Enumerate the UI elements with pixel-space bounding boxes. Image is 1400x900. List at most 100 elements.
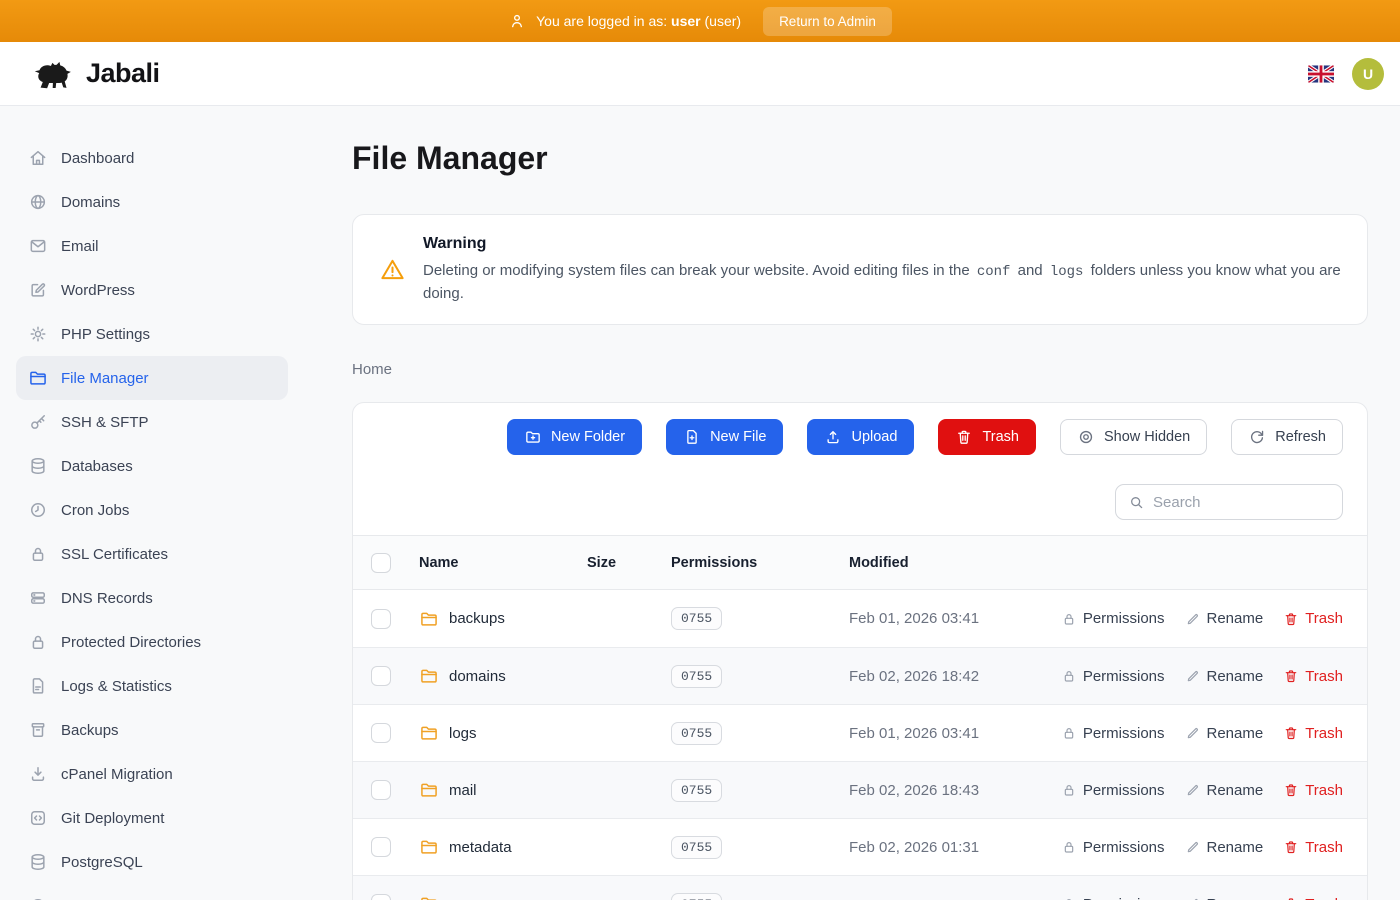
folder-icon: [28, 368, 48, 388]
sidebar: Dashboard Domains Email WordPress PHP Se…: [0, 106, 304, 900]
table-row: mail 0755 Feb 02, 2026 18:43 Permissions…: [353, 761, 1367, 818]
sidebar-item-partial[interactable]: [16, 884, 288, 900]
sidebar-item-email[interactable]: Email: [16, 224, 288, 268]
user-avatar[interactable]: U: [1352, 58, 1384, 90]
clock-icon: [28, 500, 48, 520]
permissions-action[interactable]: Permissions: [1061, 668, 1165, 685]
search-input[interactable]: [1153, 494, 1352, 511]
row-checkbox[interactable]: [371, 780, 391, 800]
upload-button[interactable]: Upload: [807, 419, 914, 455]
boar-logo-icon: [32, 57, 76, 90]
rename-action[interactable]: Rename: [1185, 896, 1264, 900]
rename-action[interactable]: Rename: [1185, 725, 1264, 742]
new-folder-button[interactable]: New Folder: [507, 419, 642, 455]
folder-icon: [419, 837, 439, 857]
code-logs: logs: [1047, 264, 1087, 280]
column-header-name: Name: [419, 555, 587, 571]
impersonation-banner: You are logged in as: user (user) Return…: [0, 0, 1400, 42]
row-checkbox[interactable]: [371, 609, 391, 629]
folder-plus-icon: [524, 428, 542, 446]
row-checkbox[interactable]: [371, 723, 391, 743]
rename-action[interactable]: Rename: [1185, 839, 1264, 856]
permissions-action[interactable]: Permissions: [1061, 725, 1165, 742]
table-row: metadata 0755 Feb 02, 2026 01:31 Permiss…: [353, 818, 1367, 875]
rename-action[interactable]: Rename: [1185, 782, 1264, 799]
code-icon: [28, 808, 48, 828]
sidebar-item-domains[interactable]: Domains: [16, 180, 288, 224]
table-row: backups 0755 Feb 01, 2026 03:41 Permissi…: [353, 590, 1367, 647]
sidebar-item-label: Email: [61, 238, 99, 255]
modified-date: Feb 02, 2026 18:43: [849, 782, 1061, 799]
sidebar-item-label: Protected Directories: [61, 634, 201, 651]
lock-icon: [1061, 725, 1077, 741]
pencil-icon: [1185, 668, 1201, 684]
download-icon: [28, 764, 48, 784]
select-all-checkbox[interactable]: [371, 553, 391, 573]
sidebar-item-protected-directories[interactable]: Protected Directories: [16, 620, 288, 664]
permissions-badge: 0755: [671, 893, 722, 900]
refresh-button[interactable]: Refresh: [1231, 419, 1343, 455]
sidebar-item-postgresql[interactable]: PostgreSQL: [16, 840, 288, 884]
language-flag-icon[interactable]: [1308, 65, 1334, 83]
home-icon: [28, 148, 48, 168]
sidebar-item-wordpress[interactable]: WordPress: [16, 268, 288, 312]
file-manager-panel: New Folder New File Upload Trash Show Hi…: [352, 402, 1368, 900]
file-name-link[interactable]: [419, 894, 587, 900]
folder-icon: [419, 723, 439, 743]
sidebar-item-backups[interactable]: Backups: [16, 708, 288, 752]
row-checkbox[interactable]: [371, 666, 391, 686]
permissions-action[interactable]: Permissions: [1061, 610, 1165, 627]
file-name-link[interactable]: backups: [419, 609, 587, 629]
show-hidden-button[interactable]: Show Hidden: [1060, 419, 1207, 455]
lock-icon: [1061, 611, 1077, 627]
trash-action[interactable]: Trash: [1283, 839, 1343, 856]
brand-logo[interactable]: Jabali: [32, 57, 160, 90]
sidebar-item-dashboard[interactable]: Dashboard: [16, 136, 288, 180]
permissions-action[interactable]: Permissions: [1061, 896, 1165, 900]
sidebar-item-logs-statistics[interactable]: Logs & Statistics: [16, 664, 288, 708]
trash-action[interactable]: Trash: [1283, 668, 1343, 685]
trash-button[interactable]: Trash: [938, 419, 1036, 455]
trash-action[interactable]: Trash: [1283, 782, 1343, 799]
trash-action[interactable]: Trash: [1283, 725, 1343, 742]
lock-icon: [28, 544, 48, 564]
file-name-link[interactable]: logs: [419, 723, 587, 743]
pencil-icon: [1185, 611, 1201, 627]
trash-action[interactable]: Trash: [1283, 610, 1343, 627]
file-name-link[interactable]: domains: [419, 666, 587, 686]
rename-action[interactable]: Rename: [1185, 610, 1264, 627]
toolbar: New Folder New File Upload Trash Show Hi…: [353, 403, 1367, 455]
sidebar-item-php-settings[interactable]: PHP Settings: [16, 312, 288, 356]
archive-icon: [28, 720, 48, 740]
row-checkbox[interactable]: [371, 837, 391, 857]
modified-date: Feb 01, 2026 03:41: [849, 725, 1061, 742]
sidebar-item-cron-jobs[interactable]: Cron Jobs: [16, 488, 288, 532]
table-row: 0755 Permissions Rename Trash: [353, 875, 1367, 900]
table-row: domains 0755 Feb 02, 2026 18:42 Permissi…: [353, 647, 1367, 704]
new-file-button[interactable]: New File: [666, 419, 783, 455]
sidebar-item-databases[interactable]: Databases: [16, 444, 288, 488]
sidebar-item-ssh-sftp[interactable]: SSH & SFTP: [16, 400, 288, 444]
file-name-link[interactable]: mail: [419, 780, 587, 800]
breadcrumb-home[interactable]: Home: [352, 361, 392, 378]
permissions-badge: 0755: [671, 607, 722, 630]
column-header-permissions: Permissions: [671, 555, 849, 571]
column-header-modified: Modified: [849, 555, 1343, 571]
sidebar-item-ssl-certificates[interactable]: SSL Certificates: [16, 532, 288, 576]
file-list: backups 0755 Feb 01, 2026 03:41 Permissi…: [353, 590, 1367, 900]
permissions-action[interactable]: Permissions: [1061, 782, 1165, 799]
return-to-admin-button[interactable]: Return to Admin: [763, 7, 892, 36]
sidebar-item-cpanel-migration[interactable]: cPanel Migration: [16, 752, 288, 796]
sidebar-item-label: DNS Records: [61, 590, 153, 607]
sidebar-item-git-deployment[interactable]: Git Deployment: [16, 796, 288, 840]
folder-icon: [419, 780, 439, 800]
sidebar-item-dns-records[interactable]: DNS Records: [16, 576, 288, 620]
file-name-link[interactable]: metadata: [419, 837, 587, 857]
rename-action[interactable]: Rename: [1185, 668, 1264, 685]
sidebar-item-file-manager[interactable]: File Manager: [16, 356, 288, 400]
row-checkbox[interactable]: [371, 894, 391, 900]
trash-action[interactable]: Trash: [1283, 896, 1343, 900]
permissions-action[interactable]: Permissions: [1061, 839, 1165, 856]
search-box: [1115, 484, 1343, 520]
search-icon: [1128, 494, 1145, 511]
